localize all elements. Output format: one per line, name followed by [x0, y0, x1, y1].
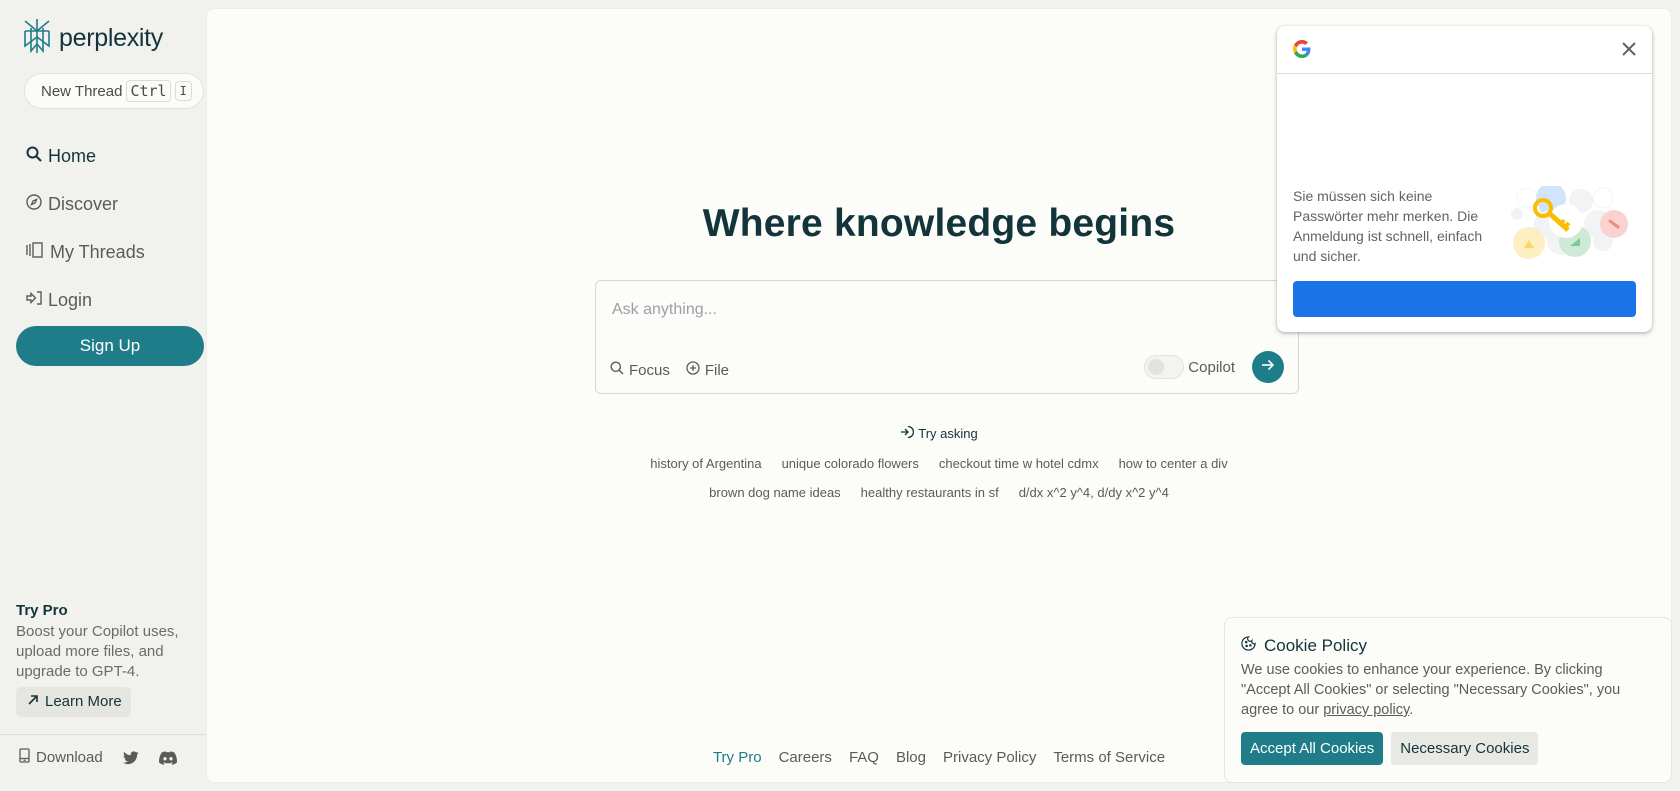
- download-link[interactable]: Download: [19, 748, 103, 767]
- learn-more-button[interactable]: Learn More: [16, 687, 131, 717]
- try-asking-icon: [900, 425, 915, 442]
- compass-icon: [26, 193, 42, 215]
- cookie-buttons: Accept All Cookies Necessary Cookies: [1241, 732, 1655, 765]
- footer-link-blog[interactable]: Blog: [896, 749, 926, 766]
- sidebar-item-label: Login: [48, 289, 93, 310]
- google-logo-icon: [1293, 40, 1311, 63]
- new-thread-button[interactable]: New Thread Ctrl I: [24, 73, 204, 109]
- cookie-title-text: Cookie Policy: [1264, 636, 1367, 655]
- file-label: File: [704, 361, 730, 379]
- search-input[interactable]: [612, 295, 1272, 325]
- privacy-policy-link[interactable]: privacy policy: [1323, 702, 1409, 718]
- suggestions-row-2: brown dog name ideas healthy restaurants…: [207, 485, 1671, 500]
- toggle-knob: [1148, 359, 1165, 375]
- cookie-text-after: .: [1409, 702, 1414, 718]
- cookie-icon: [1241, 636, 1256, 656]
- logo-text: perplexity: [59, 24, 163, 52]
- try-pro-title: Try Pro: [16, 602, 68, 619]
- suggestion-chip[interactable]: healthy restaurants in sf: [861, 485, 999, 500]
- try-pro-description: Boost your Copilot uses, upload more fil…: [16, 623, 179, 680]
- focus-label: Focus: [629, 361, 670, 379]
- sign-up-button[interactable]: Sign Up: [16, 326, 204, 366]
- twitter-icon[interactable]: [122, 750, 139, 765]
- suggestion-chip[interactable]: d/dx x^2 y^4, d/dy x^2 y^4: [1019, 485, 1169, 500]
- search-box: Focus File Copilot: [595, 280, 1299, 394]
- sidebar-divider: [0, 734, 220, 735]
- sidebar-nav: Home Discover My Threads Login: [26, 132, 145, 324]
- sidebar-item-discover[interactable]: Discover: [26, 180, 145, 228]
- sidebar-item-label: Home: [48, 145, 97, 166]
- search-icon: [26, 146, 42, 167]
- footer-link-privacy-policy[interactable]: Privacy Policy: [943, 749, 1036, 766]
- try-pro-panel: Try Pro Boost your Copilot uses, upload …: [16, 602, 206, 717]
- learn-more-label: Learn More: [45, 693, 122, 710]
- suggestion-chip[interactable]: checkout time w hotel cdmx: [939, 456, 1099, 471]
- close-icon[interactable]: [1620, 40, 1638, 63]
- google-continue-button[interactable]: [1293, 281, 1636, 317]
- plus-circle-icon: [686, 361, 700, 379]
- accept-all-cookies-button[interactable]: Accept All Cookies: [1241, 732, 1384, 765]
- try-asking-label: Try asking: [918, 426, 978, 441]
- google-popup-header: [1277, 26, 1652, 74]
- suggestion-chip[interactable]: unique colorado flowers: [782, 456, 919, 471]
- sidebar-footer: Download: [19, 748, 177, 767]
- copilot-toggle[interactable]: [1144, 355, 1185, 379]
- suggestion-chip[interactable]: brown dog name ideas: [709, 485, 841, 500]
- discord-icon[interactable]: [158, 750, 177, 765]
- footer-link-faq[interactable]: FAQ: [849, 749, 879, 766]
- try-asking-heading: Try asking: [207, 425, 1671, 442]
- google-signin-popup: Sie müssen sich keine Passwörter mehr me…: [1277, 26, 1652, 332]
- necessary-cookies-button[interactable]: Necessary Cookies: [1391, 732, 1539, 765]
- download-label: Download: [36, 749, 103, 766]
- sidebar-item-home[interactable]: Home: [26, 132, 145, 180]
- library-icon: [26, 241, 44, 263]
- sidebar-item-my-threads[interactable]: My Threads: [26, 228, 145, 276]
- sidebar-item-label: My Threads: [50, 241, 145, 262]
- footer-link-terms[interactable]: Terms of Service: [1053, 749, 1165, 766]
- shortcut-key-ctrl: Ctrl: [126, 80, 171, 102]
- suggestion-chip[interactable]: how to center a div: [1119, 456, 1228, 471]
- suggestions-row-1: history of Argentina unique colorado flo…: [207, 456, 1671, 471]
- submit-button[interactable]: [1252, 351, 1284, 383]
- login-icon: [26, 290, 42, 311]
- arrow-right-icon: [1261, 358, 1275, 376]
- search-tools: Focus File: [610, 361, 729, 379]
- focus-button[interactable]: Focus: [610, 361, 670, 379]
- logo[interactable]: perplexity: [23, 18, 163, 59]
- sidebar: perplexity New Thread Ctrl I Home Discov…: [0, 0, 220, 791]
- new-thread-label: New Thread: [41, 82, 123, 100]
- sidebar-item-label: Discover: [48, 193, 119, 214]
- arrow-up-right-icon: [27, 693, 39, 710]
- perplexity-logo-icon: [23, 18, 51, 59]
- copilot-control: Copilot: [1144, 351, 1284, 383]
- suggestion-chip[interactable]: history of Argentina: [650, 456, 761, 471]
- mobile-device-icon: [19, 748, 30, 767]
- search-icon: [610, 361, 624, 379]
- cookie-text-before: We use cookies to enhance your experienc…: [1241, 662, 1621, 718]
- cookie-banner: Cookie Policy We use cookies to enhance …: [1224, 617, 1672, 783]
- footer-link-try-pro[interactable]: Try Pro: [713, 749, 762, 766]
- google-popup-message: Sie müssen sich keine Passwörter mehr me…: [1293, 188, 1483, 264]
- cookie-title: Cookie Policy: [1241, 636, 1655, 656]
- key-illustration-icon: [1503, 183, 1628, 266]
- sidebar-item-login[interactable]: Login: [26, 276, 145, 324]
- cookie-description: We use cookies to enhance your experienc…: [1241, 660, 1655, 720]
- shortcut-key-i: I: [174, 81, 192, 101]
- attach-file-button[interactable]: File: [686, 361, 729, 379]
- footer-link-careers[interactable]: Careers: [779, 749, 832, 766]
- copilot-label: Copilot: [1188, 358, 1235, 376]
